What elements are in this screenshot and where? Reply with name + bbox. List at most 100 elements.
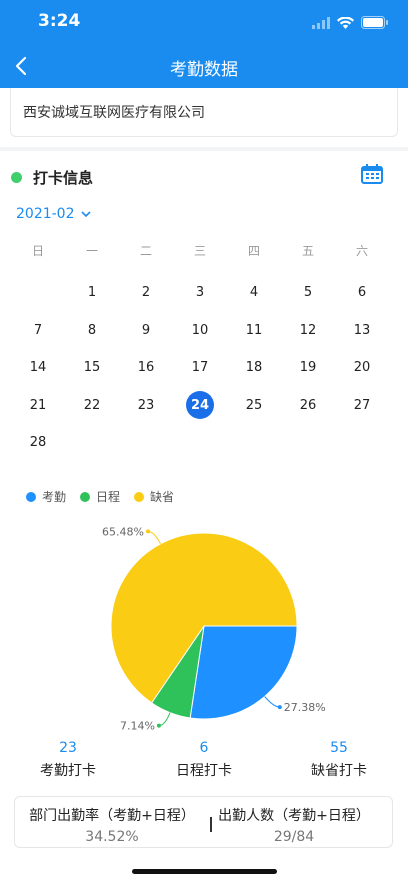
calendar-day-blank <box>11 274 65 312</box>
calendar-day-number: 27 <box>353 397 371 413</box>
calendar-day[interactable]: 12 <box>281 312 335 350</box>
company-name: 西安诚域互联网医疗有限公司 <box>23 105 205 121</box>
status-icons <box>312 14 388 33</box>
calendar-day-number: 23 <box>137 397 155 413</box>
chart-legend: 考勤 日程 缺省 <box>26 488 174 505</box>
calendar-day[interactable]: 8 <box>65 312 119 350</box>
calendar-icon[interactable] <box>361 164 383 184</box>
stat-value: 23 <box>59 740 77 756</box>
checkin-stats: 23 考勤打卡 6 日程打卡 55 缺省打卡 <box>0 740 408 784</box>
battery-icon <box>361 14 388 33</box>
signal-icon <box>312 14 330 33</box>
calendar-day[interactable]: 14 <box>11 349 65 387</box>
pie-data-label-1: 7.14% <box>120 720 155 730</box>
pie-slice-0[interactable] <box>189 625 298 720</box>
calendar-day[interactable]: 3 <box>173 274 227 312</box>
calendar-day[interactable]: 1 <box>65 274 119 312</box>
calendar-day[interactable]: 17 <box>173 349 227 387</box>
rate-label: 部门出勤率（考勤+日程） <box>29 808 195 824</box>
calendar-day-number: 18 <box>245 360 263 376</box>
stat-label: 考勤打卡 <box>40 763 96 779</box>
calendar-day[interactable]: 23 <box>119 387 173 425</box>
calendar-day[interactable]: 2 <box>119 274 173 312</box>
calendar-day[interactable]: 26 <box>281 387 335 425</box>
legend-label: 日程 <box>96 490 121 504</box>
calendar-day-number: 20 <box>353 360 371 376</box>
calendar-day-number: 12 <box>299 322 317 338</box>
calendar-day-number: 26 <box>299 397 317 413</box>
calendar-day-number: 3 <box>195 285 205 301</box>
calendar-day-number: 19 <box>299 360 317 376</box>
weekday-label: 四 <box>247 244 260 258</box>
calendar-day-number: 22 <box>83 397 101 413</box>
pie-data-label-2: 65.48% <box>102 525 144 538</box>
pie-label-line-0 <box>264 696 280 708</box>
stat-schedule: 6 日程打卡 <box>154 740 254 780</box>
legend-item[interactable]: 缺省 <box>134 488 174 505</box>
calendar-day-number: 15 <box>83 360 101 376</box>
stat-value: 6 <box>199 740 209 756</box>
legend-item[interactable]: 考勤 <box>26 488 66 505</box>
calendar-day-number: 6 <box>357 285 367 301</box>
calendar-day-selected[interactable]: 24 <box>173 387 227 425</box>
wifi-icon <box>337 14 354 33</box>
calendar-day[interactable]: 20 <box>335 349 389 387</box>
calendar-day-number: 1 <box>87 285 97 301</box>
nav-bar: 考勤数据 <box>0 44 408 88</box>
calendar-day[interactable]: 28 <box>11 424 65 462</box>
weekday-header: 日 一 二 三 四 五 六 <box>11 242 389 259</box>
legend-swatch <box>134 491 145 502</box>
calendar-day[interactable]: 21 <box>11 387 65 425</box>
calendar-day[interactable]: 27 <box>335 387 389 425</box>
pie-label-dot-2 <box>145 529 150 534</box>
calendar-day-number: 21 <box>29 397 47 413</box>
calendar-day-number: 8 <box>87 322 97 338</box>
weekday-label: 一 <box>85 244 98 258</box>
month-selector[interactable]: 2021-02 <box>16 206 91 222</box>
stat-label: 日程打卡 <box>176 763 232 779</box>
attendance-summary: 部门出勤率（考勤+日程） 34.52% 出勤人数（考勤+日程） 29/84 <box>14 796 393 848</box>
company-card: 西安诚域互联网医疗有限公司 <box>10 88 398 137</box>
calendar-day[interactable]: 25 <box>227 387 281 425</box>
weekday-label: 日 <box>31 244 44 258</box>
calendar-days-grid: 1 2 3 4 5 6 7 8 9 10 11 12 13 14 15 16 17 18 19 20 21 22 23 24 2… <box>11 274 389 462</box>
weekday-label: 六 <box>355 244 368 258</box>
calendar-day[interactable]: 4 <box>227 274 281 312</box>
calendar-day[interactable]: 6 <box>335 274 389 312</box>
page-title: 考勤数据 <box>170 60 238 80</box>
rate-column: 部门出勤率（考勤+日程） 34.52% <box>17 805 207 845</box>
pie-label-dot-1 <box>156 723 161 728</box>
pie-chart: 27.38% 7.14% 65.48% <box>102 525 326 730</box>
legend-item[interactable]: 日程 <box>80 488 120 505</box>
count-column: 出勤人数（考勤+日程） 29/84 <box>199 805 389 845</box>
status-time: 3:24 <box>38 11 81 31</box>
calendar-day[interactable]: 15 <box>65 349 119 387</box>
calendar-day[interactable]: 13 <box>335 312 389 350</box>
count-value: 29/84 <box>273 829 315 845</box>
calendar-day-number: 9 <box>141 322 151 338</box>
calendar-day-number: 17 <box>191 360 209 376</box>
calendar-day-number: 16 <box>137 360 155 376</box>
calendar-day[interactable]: 5 <box>281 274 335 312</box>
calendar-day-number: 2 <box>141 285 151 301</box>
calendar-day[interactable]: 18 <box>227 349 281 387</box>
calendar-day-number: 14 <box>29 360 47 376</box>
chevron-down-icon <box>80 210 91 217</box>
calendar-day[interactable]: 22 <box>65 387 119 425</box>
stat-label: 缺省打卡 <box>311 763 367 779</box>
calendar-day[interactable]: 16 <box>119 349 173 387</box>
weekday-label: 五 <box>301 244 314 258</box>
weekday-label: 二 <box>139 244 152 258</box>
calendar-day[interactable]: 11 <box>227 312 281 350</box>
section-divider <box>0 147 408 151</box>
calendar-day-number: 28 <box>29 435 47 451</box>
calendar-day[interactable]: 10 <box>173 312 227 350</box>
calendar-day[interactable]: 9 <box>119 312 173 350</box>
calendar-day[interactable]: 19 <box>281 349 335 387</box>
calendar-day[interactable]: 7 <box>11 312 65 350</box>
legend-label: 考勤 <box>42 490 67 504</box>
pie-data-label-0: 27.38% <box>284 701 326 714</box>
calendar-day-number: 10 <box>191 322 209 338</box>
stat-attendance: 23 考勤打卡 <box>18 740 118 780</box>
stat-default: 55 缺省打卡 <box>289 740 389 780</box>
